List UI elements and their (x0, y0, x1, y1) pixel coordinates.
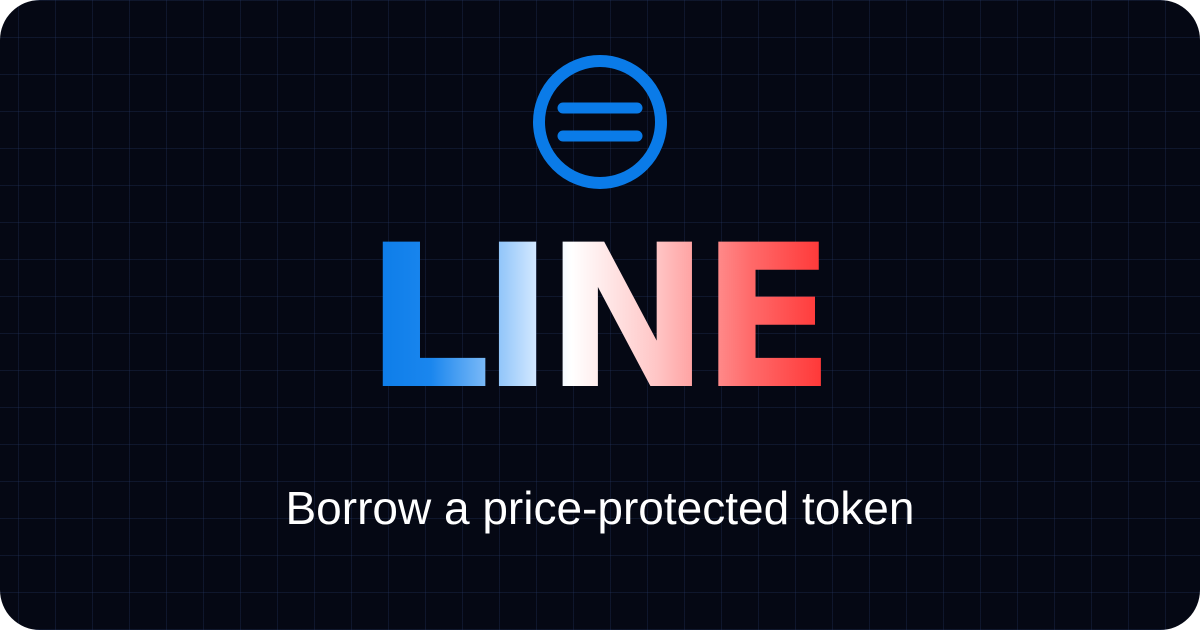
og-card: LINE Borrow a price-protected token (0, 0, 1200, 630)
logo-svg (533, 55, 667, 189)
circle-equals-icon (530, 52, 670, 192)
tagline: Borrow a price-protected token (285, 482, 915, 534)
logo-ring (533, 55, 667, 189)
wordmark: LINE (0, 218, 1200, 418)
wordmark-text: LINE (365, 202, 836, 433)
